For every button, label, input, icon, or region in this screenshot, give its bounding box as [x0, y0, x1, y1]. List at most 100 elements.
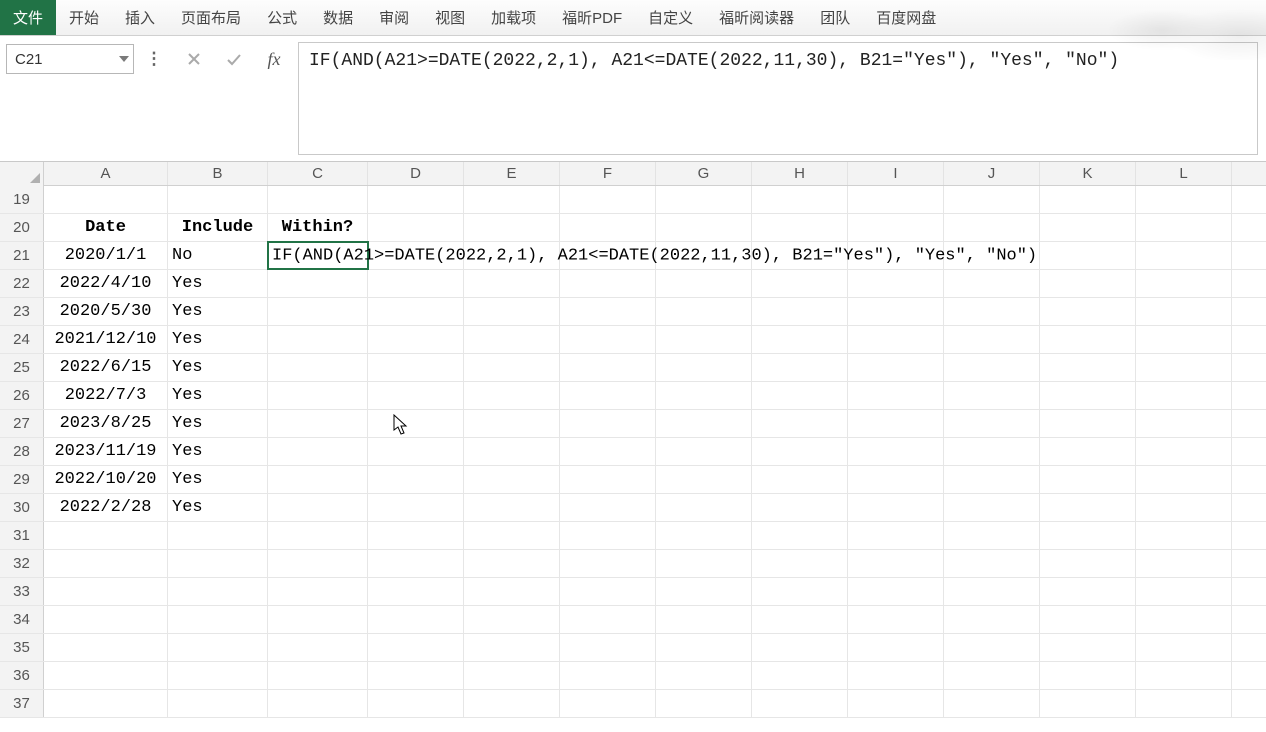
cell-F25[interactable]: [560, 354, 656, 381]
cell-B23[interactable]: Yes: [168, 298, 268, 325]
cell-I35[interactable]: [848, 634, 944, 661]
cell-J31[interactable]: [944, 522, 1040, 549]
cell-I36[interactable]: [848, 662, 944, 689]
cell-A36[interactable]: [44, 662, 168, 689]
cell-A30[interactable]: 2022/2/28: [44, 494, 168, 521]
cell-L21[interactable]: [1136, 242, 1232, 269]
cell-C32[interactable]: [268, 550, 368, 577]
col-header-E[interactable]: E: [464, 162, 560, 185]
cell-C20[interactable]: Within?: [268, 214, 368, 241]
cell-G28[interactable]: [656, 438, 752, 465]
cell-K22[interactable]: [1040, 270, 1136, 297]
cell-B19[interactable]: [168, 186, 268, 213]
cell-F28[interactable]: [560, 438, 656, 465]
cell-F32[interactable]: [560, 550, 656, 577]
cell-A19[interactable]: [44, 186, 168, 213]
cell-L19[interactable]: [1136, 186, 1232, 213]
cell-D25[interactable]: [368, 354, 464, 381]
cell-H22[interactable]: [752, 270, 848, 297]
formula-input[interactable]: IF(AND(A21>=DATE(2022,2,1), A21<=DATE(20…: [298, 42, 1258, 155]
cell-E30[interactable]: [464, 494, 560, 521]
menu-item-12[interactable]: 团队: [807, 0, 863, 35]
cancel-formula-button[interactable]: [180, 44, 208, 74]
col-header-D[interactable]: D: [368, 162, 464, 185]
cell-G23[interactable]: [656, 298, 752, 325]
cell-F27[interactable]: [560, 410, 656, 437]
cell-I20[interactable]: [848, 214, 944, 241]
cell-K34[interactable]: [1040, 606, 1136, 633]
cell-D30[interactable]: [368, 494, 464, 521]
cell-F24[interactable]: [560, 326, 656, 353]
cell-K36[interactable]: [1040, 662, 1136, 689]
cell-G34[interactable]: [656, 606, 752, 633]
col-header-J[interactable]: J: [944, 162, 1040, 185]
cell-K29[interactable]: [1040, 466, 1136, 493]
col-header-B[interactable]: B: [168, 162, 268, 185]
row-header-22[interactable]: 22: [0, 270, 44, 297]
cell-E22[interactable]: [464, 270, 560, 297]
cell-H29[interactable]: [752, 466, 848, 493]
cell-H34[interactable]: [752, 606, 848, 633]
cell-E26[interactable]: [464, 382, 560, 409]
accept-formula-button[interactable]: [220, 44, 248, 74]
cell-H33[interactable]: [752, 578, 848, 605]
row-header-25[interactable]: 25: [0, 354, 44, 381]
cell-G22[interactable]: [656, 270, 752, 297]
row-header-32[interactable]: 32: [0, 550, 44, 577]
cell-G31[interactable]: [656, 522, 752, 549]
cell-L25[interactable]: [1136, 354, 1232, 381]
cell-F26[interactable]: [560, 382, 656, 409]
cell-B21[interactable]: No: [168, 242, 268, 269]
cell-I24[interactable]: [848, 326, 944, 353]
cell-E25[interactable]: [464, 354, 560, 381]
cell-B31[interactable]: [168, 522, 268, 549]
cell-B34[interactable]: [168, 606, 268, 633]
cell-E20[interactable]: [464, 214, 560, 241]
cell-B35[interactable]: [168, 634, 268, 661]
cell-B36[interactable]: [168, 662, 268, 689]
cell-J34[interactable]: [944, 606, 1040, 633]
cell-A22[interactable]: 2022/4/10: [44, 270, 168, 297]
cell-J22[interactable]: [944, 270, 1040, 297]
cell-G33[interactable]: [656, 578, 752, 605]
cell-G36[interactable]: [656, 662, 752, 689]
cell-I19[interactable]: [848, 186, 944, 213]
col-header-A[interactable]: A: [44, 162, 168, 185]
cell-D26[interactable]: [368, 382, 464, 409]
cell-H26[interactable]: [752, 382, 848, 409]
menu-item-4[interactable]: 公式: [254, 0, 310, 35]
cell-C23[interactable]: [268, 298, 368, 325]
cell-H32[interactable]: [752, 550, 848, 577]
cell-K26[interactable]: [1040, 382, 1136, 409]
cell-E28[interactable]: [464, 438, 560, 465]
spreadsheet-grid[interactable]: ABCDEFGHIJKL 1920DateIncludeWithin?21202…: [0, 162, 1266, 732]
cell-L22[interactable]: [1136, 270, 1232, 297]
cell-F31[interactable]: [560, 522, 656, 549]
cell-B22[interactable]: Yes: [168, 270, 268, 297]
cell-D27[interactable]: [368, 410, 464, 437]
menu-item-8[interactable]: 加载项: [478, 0, 549, 35]
cell-H28[interactable]: [752, 438, 848, 465]
cell-L23[interactable]: [1136, 298, 1232, 325]
cell-E32[interactable]: [464, 550, 560, 577]
cell-L34[interactable]: [1136, 606, 1232, 633]
cell-D23[interactable]: [368, 298, 464, 325]
col-header-I[interactable]: I: [848, 162, 944, 185]
cell-C19[interactable]: [268, 186, 368, 213]
menu-item-0[interactable]: 文件: [0, 0, 56, 35]
cell-A32[interactable]: [44, 550, 168, 577]
cell-I27[interactable]: [848, 410, 944, 437]
cell-F37[interactable]: [560, 690, 656, 717]
cell-I34[interactable]: [848, 606, 944, 633]
cell-L24[interactable]: [1136, 326, 1232, 353]
cell-F29[interactable]: [560, 466, 656, 493]
cell-F20[interactable]: [560, 214, 656, 241]
cell-I26[interactable]: [848, 382, 944, 409]
cell-L28[interactable]: [1136, 438, 1232, 465]
cell-D20[interactable]: [368, 214, 464, 241]
cell-A29[interactable]: 2022/10/20: [44, 466, 168, 493]
cell-A34[interactable]: [44, 606, 168, 633]
cell-E31[interactable]: [464, 522, 560, 549]
cell-I37[interactable]: [848, 690, 944, 717]
cell-K24[interactable]: [1040, 326, 1136, 353]
